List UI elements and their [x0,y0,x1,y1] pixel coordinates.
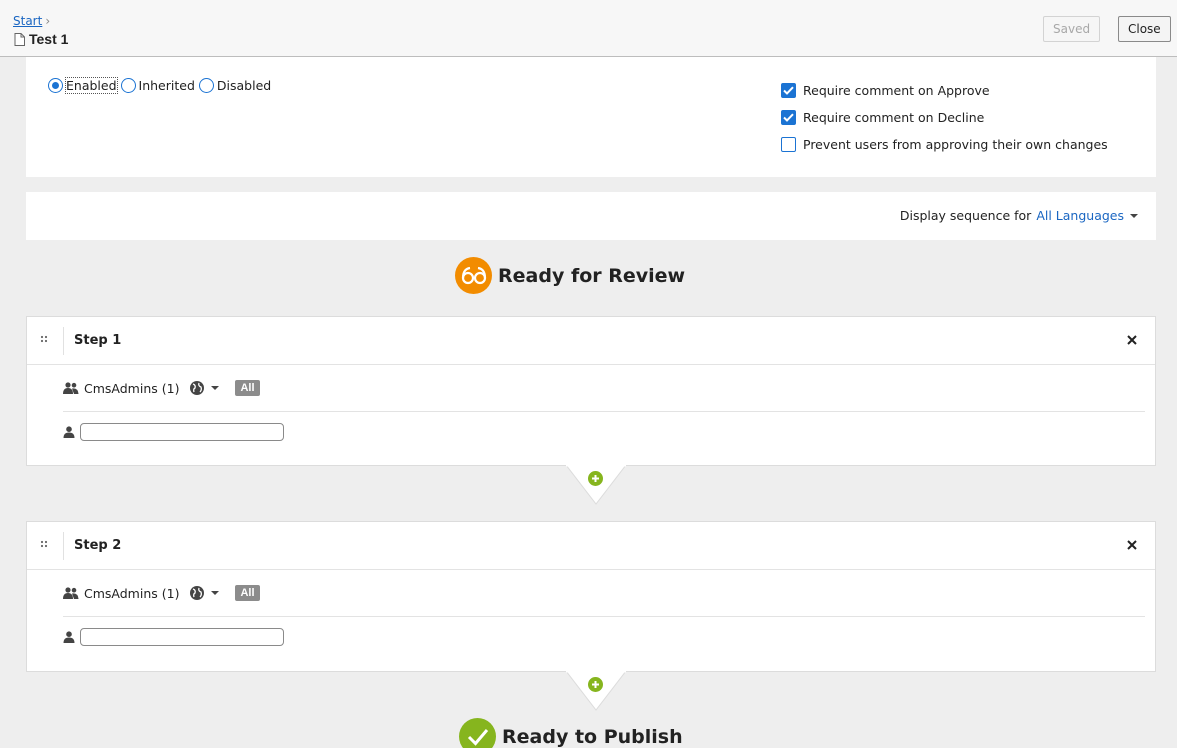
page-title-text: Test 1 [29,31,69,47]
require-comment-decline-label: Require comment on Decline [803,110,985,125]
step-1-user-row [63,412,1145,452]
saved-button[interactable]: Saved [1043,16,1101,42]
header-divider [63,327,64,355]
step-2-header: Step 2 [27,522,1155,570]
step-1-group-row: CmsAdmins (1) All [63,365,1145,412]
header-divider [63,532,64,560]
user-icon [63,631,75,643]
language-selector[interactable] [189,585,220,601]
approval-settings-panel: Enabled Inherited Disabled Require comme… [26,57,1156,177]
user-group-icon [63,382,79,394]
radio-disabled-label: Disabled [216,78,272,93]
radio-inherited[interactable]: Inherited [120,78,195,93]
add-user-input[interactable] [80,423,284,441]
breadcrumb: Start › [13,14,50,28]
step-2-user-row [63,617,1145,657]
approval-mode-radio-group: Enabled Inherited Disabled [48,77,275,94]
globe-icon [190,586,205,600]
require-comment-approve-option[interactable]: Require comment on Approve [781,77,1108,104]
add-step-connector [565,464,627,505]
step-card-1: Step 1 CmsAdmins (1) All [26,316,1156,466]
close-icon[interactable] [1125,333,1139,347]
step-2-group-row: CmsAdmins (1) All [63,570,1145,617]
add-step-button[interactable] [588,471,603,486]
reviewer-group-name: CmsAdmins (1) [84,380,180,396]
stage-ready-for-review: Ready for Review [455,257,685,294]
radio-disabled[interactable]: Disabled [198,78,272,93]
radio-disabled-indicator[interactable] [198,78,214,93]
language-dropdown[interactable]: All Languages [1036,208,1124,223]
chevron-down-icon[interactable] [1130,213,1138,218]
prevent-self-approval-option[interactable]: Prevent users from approving their own c… [781,131,1108,158]
checkmark-circle-icon [459,718,496,748]
language-badge: All [235,380,260,396]
require-comment-decline-option[interactable]: Require comment on Decline [781,104,1108,131]
display-sequence-label: Display sequence for [899,208,1032,223]
stage-ready-to-publish: Ready to Publish [459,718,683,748]
language-badge: All [235,585,260,601]
prevent-self-approval-checkbox[interactable] [781,137,796,152]
checkmark-icon [783,86,794,95]
radio-inherited-indicator[interactable] [120,78,136,93]
step-1-header: Step 1 [27,317,1155,365]
require-comment-approve-checkbox[interactable] [781,83,796,98]
reviewer-group-name: CmsAdmins (1) [84,585,180,601]
display-sequence: Display sequence for All Languages [900,208,1138,223]
plus-icon [592,475,599,482]
user-icon [63,426,75,438]
require-comment-decline-checkbox[interactable] [781,110,796,125]
prevent-self-approval-label: Prevent users from approving their own c… [803,137,1108,152]
glasses-icon [455,257,492,294]
globe-icon [190,381,205,395]
stage-review-title: Ready for Review [498,264,686,287]
chevron-down-icon[interactable] [211,386,220,390]
breadcrumb-separator: › [45,14,51,28]
step-card-2: Step 2 CmsAdmins (1) All [26,521,1156,672]
top-bar: Start › Test 1 Saved Close [0,0,1177,57]
add-step-button[interactable] [588,677,603,692]
stage-publish-title: Ready to Publish [502,725,683,748]
radio-enabled[interactable]: Enabled [48,77,118,94]
add-user-input[interactable] [80,628,284,646]
chevron-down-icon[interactable] [211,591,220,595]
drag-handle-icon[interactable] [40,539,48,553]
close-icon[interactable] [1125,538,1139,552]
checkmark-icon [783,113,794,122]
page-title: Test 1 [14,31,68,47]
page-icon [14,32,25,46]
radio-enabled-indicator[interactable] [48,78,63,93]
language-selector[interactable] [189,380,220,396]
radio-inherited-label: Inherited [138,78,195,93]
step-2-title: Step 2 [74,538,122,553]
display-sequence-bar: Display sequence for All Languages [26,192,1156,240]
require-comment-approve-label: Require comment on Approve [803,83,990,98]
breadcrumb-start-link[interactable]: Start [13,14,42,28]
approval-options: Require comment on Approve Require comme… [781,77,1108,158]
radio-enabled-label: Enabled [65,77,118,94]
plus-icon [592,681,599,688]
close-button[interactable]: Close [1118,16,1171,42]
drag-handle-icon[interactable] [40,334,48,348]
user-group-icon [63,587,79,599]
step-1-title: Step 1 [74,333,122,348]
add-step-connector [565,670,627,711]
